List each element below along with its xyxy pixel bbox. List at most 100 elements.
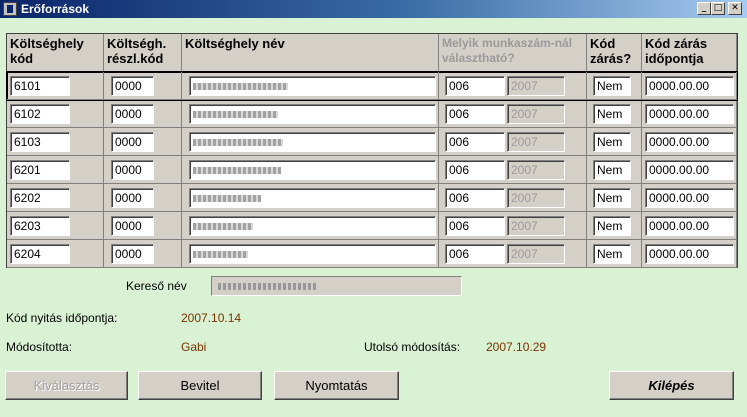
reszl-input[interactable]: 0000 xyxy=(111,104,154,124)
zaras-ido-input[interactable]: 0000.00.00 xyxy=(645,104,734,124)
cell-reszl: 0000 xyxy=(104,212,182,240)
cell-munkaszam: 006 2007 xyxy=(439,72,587,100)
table-row[interactable]: 6202 0000 006 2007 Nem 0000.00.00 xyxy=(7,184,737,212)
zaras-input[interactable]: Nem xyxy=(593,216,631,236)
kereso-field[interactable] xyxy=(211,276,462,296)
zaras-input[interactable]: Nem xyxy=(593,76,631,96)
munkaszam-input[interactable]: 006 xyxy=(445,216,505,236)
cell-kod: 6204 xyxy=(7,240,104,268)
header-zaras-ido: Kód zárás időpontja xyxy=(642,34,737,72)
zaras-ido-input[interactable]: 0000.00.00 xyxy=(645,244,734,264)
zaras-input[interactable]: Nem xyxy=(593,188,631,208)
kod-input[interactable]: 6102 xyxy=(10,104,70,124)
nev-input[interactable] xyxy=(189,216,436,236)
table-row[interactable]: 6101 0000 006 2007 Nem 0000.00.00 xyxy=(6,71,738,101)
cell-kod: 6103 xyxy=(7,128,104,156)
redacted-name xyxy=(193,223,253,230)
cell-kod: 6201 xyxy=(7,156,104,184)
cell-nev xyxy=(182,240,439,268)
redacted-name xyxy=(193,83,288,90)
cell-nev xyxy=(182,156,439,184)
nev-input[interactable] xyxy=(189,104,436,124)
ev-field: 2007 xyxy=(507,216,565,236)
cell-kod: 6101 xyxy=(7,72,104,100)
nyitas-label: Kód nyitás időpontja: xyxy=(6,311,118,325)
munkaszam-input[interactable]: 006 xyxy=(445,132,505,152)
app-icon xyxy=(3,2,17,16)
header-munkaszam: Melyik munkaszám-nál választható? xyxy=(439,34,587,72)
cell-zaras: Nem xyxy=(587,212,642,240)
cell-munkaszam: 006 2007 xyxy=(439,156,587,184)
reszl-input[interactable]: 0000 xyxy=(111,160,154,180)
bevitel-button[interactable]: Bevitel xyxy=(138,371,262,400)
cost-center-grid: Költséghely kód Költségh. részl.kód Költ… xyxy=(6,33,738,268)
cell-nev xyxy=(182,100,439,128)
table-row[interactable]: 6102 0000 006 2007 Nem 0000.00.00 xyxy=(7,100,737,128)
munkaszam-input[interactable]: 006 xyxy=(445,76,505,96)
table-row[interactable]: 6204 0000 006 2007 Nem 0000.00.00 xyxy=(7,240,737,268)
nev-input[interactable] xyxy=(189,188,436,208)
cell-munkaszam: 006 2007 xyxy=(439,184,587,212)
utolso-label: Utolsó módosítás: xyxy=(364,340,461,354)
ev-field: 2007 xyxy=(507,160,565,180)
cell-zaras: Nem xyxy=(587,240,642,268)
zaras-input[interactable]: Nem xyxy=(593,160,631,180)
nyomtatas-button[interactable]: Nyomtatás xyxy=(274,371,399,400)
utolso-value: 2007.10.29 xyxy=(486,340,547,354)
redacted-name xyxy=(193,139,283,146)
nev-input[interactable] xyxy=(189,160,436,180)
modositotta-label: Módosította: xyxy=(6,340,73,354)
munkaszam-input[interactable]: 006 xyxy=(445,188,505,208)
zaras-input[interactable]: Nem xyxy=(593,132,631,152)
cell-zaras: Nem xyxy=(587,128,642,156)
cell-reszl: 0000 xyxy=(104,240,182,268)
kivalasztas-button[interactable]: Kiválasztás xyxy=(5,371,128,400)
table-row[interactable]: 6103 0000 006 2007 Nem 0000.00.00 xyxy=(7,128,737,156)
table-row[interactable]: 6203 0000 006 2007 Nem 0000.00.00 xyxy=(7,212,737,240)
maximize-button[interactable]: □ xyxy=(711,2,725,15)
zaras-ido-input[interactable]: 0000.00.00 xyxy=(645,160,734,180)
close-button[interactable]: ✕ xyxy=(728,2,742,15)
cell-reszl: 0000 xyxy=(104,184,182,212)
cell-zaras-ido: 0000.00.00 xyxy=(642,212,737,240)
cell-zaras-ido: 0000.00.00 xyxy=(642,184,737,212)
cell-zaras: Nem xyxy=(587,156,642,184)
kod-input[interactable]: 6201 xyxy=(10,160,70,180)
kod-input[interactable]: 6103 xyxy=(10,132,70,152)
nev-input[interactable] xyxy=(189,132,436,152)
reszl-input[interactable]: 0000 xyxy=(111,76,154,96)
table-row[interactable]: 6201 0000 006 2007 Nem 0000.00.00 xyxy=(7,156,737,184)
munkaszam-input[interactable]: 006 xyxy=(445,104,505,124)
grid-header: Költséghely kód Költségh. részl.kód Költ… xyxy=(7,34,737,72)
reszl-input[interactable]: 0000 xyxy=(111,132,154,152)
kod-input[interactable]: 6202 xyxy=(10,188,70,208)
reszl-input[interactable]: 0000 xyxy=(111,244,154,264)
zaras-ido-input[interactable]: 0000.00.00 xyxy=(645,132,734,152)
munkaszam-input[interactable]: 006 xyxy=(445,160,505,180)
ev-field: 2007 xyxy=(507,104,565,124)
zaras-ido-input[interactable]: 0000.00.00 xyxy=(645,216,734,236)
cell-nev xyxy=(182,212,439,240)
kod-input[interactable]: 6203 xyxy=(10,216,70,236)
window-title: Erőforrások xyxy=(21,2,90,16)
modositotta-value: Gabi xyxy=(181,340,207,354)
munkaszam-input[interactable]: 006 xyxy=(445,244,505,264)
cell-zaras-ido: 0000.00.00 xyxy=(642,100,737,128)
zaras-input[interactable]: Nem xyxy=(593,104,631,124)
kod-input[interactable]: 6101 xyxy=(10,76,70,96)
minimize-button[interactable]: _ xyxy=(697,2,711,15)
cell-zaras: Nem xyxy=(587,100,642,128)
zaras-ido-input[interactable]: 0000.00.00 xyxy=(645,76,734,96)
nev-input[interactable] xyxy=(189,244,436,264)
cell-munkaszam: 006 2007 xyxy=(439,212,587,240)
kilepes-button[interactable]: Kilépés xyxy=(609,371,734,400)
zaras-ido-input[interactable]: 0000.00.00 xyxy=(645,188,734,208)
cell-zaras-ido: 0000.00.00 xyxy=(642,72,737,100)
ev-field: 2007 xyxy=(507,188,565,208)
zaras-input[interactable]: Nem xyxy=(593,244,631,264)
reszl-input[interactable]: 0000 xyxy=(111,188,154,208)
kod-input[interactable]: 6204 xyxy=(10,244,70,264)
reszl-input[interactable]: 0000 xyxy=(111,216,154,236)
nev-input[interactable] xyxy=(189,76,436,96)
kereso-label: Kereső név xyxy=(126,279,187,293)
